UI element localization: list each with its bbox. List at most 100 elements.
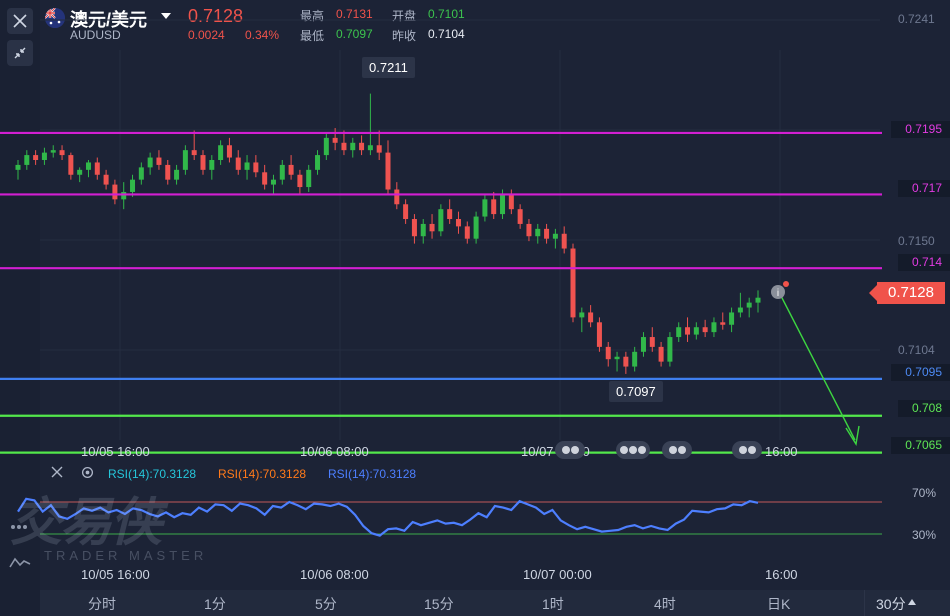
candle-body — [649, 337, 655, 347]
candle-body — [209, 160, 215, 170]
candle-body — [526, 223, 532, 237]
candle-body — [544, 228, 550, 239]
candle-body — [737, 307, 743, 313]
candle-body — [711, 322, 717, 333]
axis-tick: 0.7150 — [898, 234, 935, 248]
candle-body — [350, 142, 356, 151]
candle-body — [147, 157, 153, 168]
candle-body — [15, 164, 21, 170]
candle-body — [632, 351, 638, 367]
candle-body — [165, 164, 171, 180]
tab-5min[interactable]: 5分 — [315, 594, 337, 614]
rsi-level-high: 70% — [912, 486, 937, 500]
candle-body — [535, 228, 541, 237]
candle-body — [403, 204, 409, 220]
candle-body — [605, 346, 611, 360]
axis-tick: 0.7241 — [898, 12, 935, 26]
caret-up-icon[interactable] — [908, 599, 916, 605]
candle-body — [262, 172, 268, 185]
axis-tick: 0.7104 — [898, 343, 935, 357]
candle-body — [596, 322, 602, 347]
candle-body — [367, 145, 373, 151]
candle-body — [429, 223, 435, 232]
rsi-label: RSI(14):70.3128 — [328, 467, 417, 481]
event-marker[interactable] — [732, 441, 762, 459]
candle-body — [297, 174, 303, 188]
candles — [15, 93, 761, 374]
forecast-arrow — [779, 293, 860, 446]
event-marker[interactable] — [555, 441, 585, 459]
candle-body — [746, 302, 752, 308]
high-callout: 0.7211 — [362, 57, 415, 78]
candle-body — [59, 150, 65, 156]
tab-daily[interactable]: 日K — [767, 594, 790, 614]
timeframe-bar — [40, 590, 950, 616]
candle-body — [614, 356, 620, 360]
candle-body — [103, 174, 109, 185]
candle-body — [702, 327, 708, 333]
tab-fenshi[interactable]: 分时 — [88, 594, 116, 614]
candle-body — [517, 209, 523, 224]
time-label: 10/06 08:00 — [300, 444, 369, 459]
candle-body — [447, 209, 453, 220]
event-marker[interactable] — [616, 441, 650, 459]
candle-body — [279, 164, 285, 180]
candle-body — [561, 233, 567, 249]
candle-body — [182, 150, 188, 170]
time-label: 10/05 16:00 — [81, 444, 150, 459]
candle-body — [253, 162, 259, 173]
level-tag-0.717: 0.717 — [897, 180, 950, 197]
time-label: 16:00 — [765, 444, 798, 459]
rsi-time-label: 10/07 00:00 — [523, 567, 592, 582]
level-tag-0.7095: 0.7095 — [891, 364, 950, 381]
level-tag-0.7065: 0.7065 — [891, 437, 950, 454]
candle-body — [156, 157, 162, 165]
candle-body — [755, 297, 761, 303]
candle-body — [121, 191, 127, 200]
candle-body — [191, 150, 197, 156]
candle-body — [94, 162, 100, 175]
candle-body — [306, 169, 312, 188]
candle-body — [455, 219, 461, 227]
candle-body — [482, 199, 488, 217]
candle-body — [323, 137, 329, 156]
tab-separator — [864, 590, 865, 616]
candle-body — [411, 219, 417, 237]
candle-body — [41, 152, 47, 160]
grid — [40, 19, 880, 440]
candle-body — [130, 179, 136, 192]
candle-body — [623, 356, 629, 367]
watermark-text: TRADER MASTER — [44, 548, 208, 563]
level-tag-0.7195: 0.7195 — [891, 121, 950, 138]
candle-body — [720, 322, 726, 325]
candle-body — [376, 145, 382, 153]
rsi-label: RSI(14):70.3128 — [218, 467, 307, 481]
candle-body — [77, 169, 83, 175]
tab-15min[interactable]: 15分 — [424, 594, 454, 614]
tab-4hour[interactable]: 4时 — [654, 594, 676, 614]
candle-body — [491, 199, 497, 215]
chart-app: { "header": { "symbol_name": "澳元/美元", "s… — [0, 0, 950, 616]
candle-body — [685, 327, 691, 335]
candle-body — [693, 327, 699, 335]
candle-body — [235, 157, 241, 170]
event-marker[interactable] — [662, 441, 692, 459]
candle-body — [676, 327, 682, 338]
candle-body — [570, 248, 576, 318]
low-callout: 0.7097 — [609, 381, 663, 402]
tab-30min-selected[interactable]: 30分 — [876, 594, 906, 614]
candle-body — [438, 209, 444, 232]
candle-body — [341, 142, 347, 151]
candle-body — [288, 164, 294, 175]
tab-1min[interactable]: 1分 — [204, 594, 226, 614]
rsi-level-low: 30% — [912, 528, 937, 542]
candle-body — [385, 152, 391, 190]
candle-body — [315, 155, 321, 170]
candle-body — [332, 137, 338, 143]
candle-body — [244, 162, 250, 170]
tab-1hour[interactable]: 1时 — [542, 594, 564, 614]
candle-body — [464, 226, 470, 239]
candle-body — [658, 346, 664, 362]
candle-body — [667, 337, 673, 362]
rsi-time-label: 10/06 08:00 — [300, 567, 369, 582]
